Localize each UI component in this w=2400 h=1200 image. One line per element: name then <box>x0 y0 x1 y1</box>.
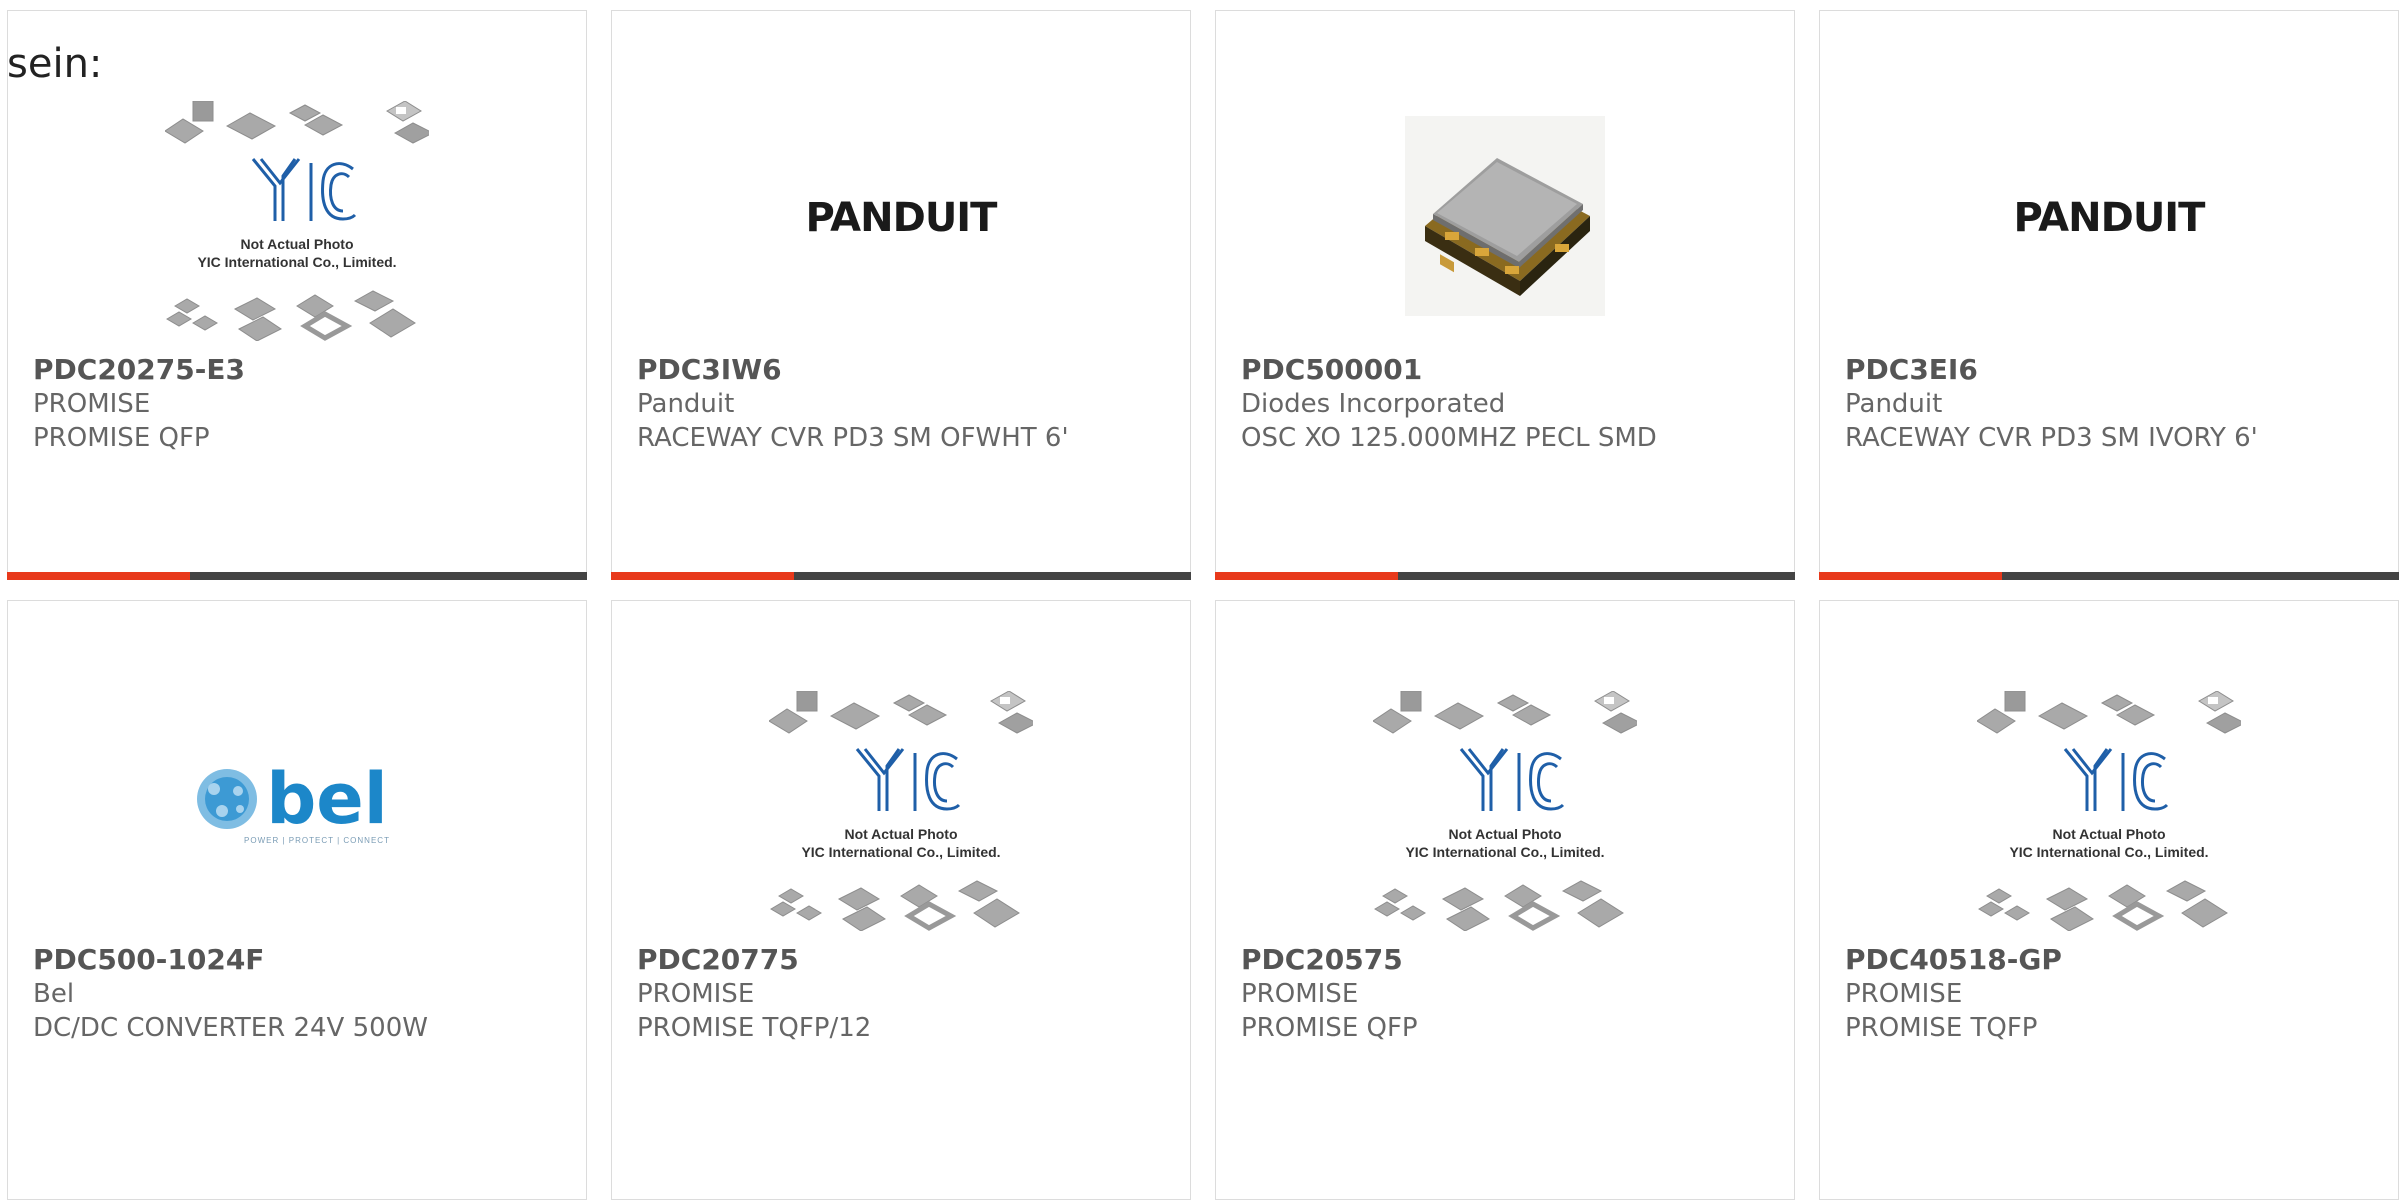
product-description: PROMISE TQFP <box>1845 1013 2038 1043</box>
product-card[interactable]: Not Actual Photo YIC International Co., … <box>611 600 1191 1200</box>
product-image[interactable]: Not Actual Photo YIC International Co., … <box>612 691 1190 931</box>
part-number-link[interactable]: PDC20775 <box>637 943 799 977</box>
yic-placeholder-image: Not Actual Photo YIC International Co., … <box>165 101 429 341</box>
product-description: DC/DC CONVERTER 24V 500W <box>33 1013 428 1043</box>
dark-segment <box>794 572 1191 580</box>
manufacturer-name: Panduit <box>637 389 735 419</box>
manufacturer-name: Diodes Incorporated <box>1241 389 1506 419</box>
card-accent-bar <box>1215 572 1795 580</box>
svg-text:PANDUIT: PANDUIT <box>806 195 999 241</box>
yic-logo-icon <box>1459 748 1565 811</box>
accent-segment <box>1215 572 1398 580</box>
product-image[interactable]: PANDUIT <box>612 96 1190 336</box>
yic-placeholder-image: Not Actual Photo YIC International Co., … <box>1373 691 1637 931</box>
yic-logo-icon <box>2063 748 2169 811</box>
product-description: PROMISE QFP <box>33 423 210 453</box>
card-accent-bar <box>611 572 1191 580</box>
manufacturer-name: PROMISE <box>33 389 151 419</box>
product-image[interactable]: Not Actual Photo YIC International Co., … <box>1820 691 2398 931</box>
product-description: PROMISE QFP <box>1241 1013 1418 1043</box>
product-card[interactable]: Not Actual Photo YIC International Co., … <box>7 10 587 580</box>
placeholder-caption: Not Actual Photo <box>844 826 957 842</box>
manufacturer-name: Bel <box>33 979 75 1009</box>
yic-logo-icon <box>251 158 357 221</box>
product-card[interactable]: Not Actual Photo YIC International Co., … <box>1819 600 2399 1200</box>
oscillator-photo <box>1405 116 1605 316</box>
product-card[interactable]: Not Actual Photo YIC International Co., … <box>1215 600 1795 1200</box>
section-heading: sein: <box>7 41 103 87</box>
product-description: PROMISE TQFP/12 <box>637 1013 872 1043</box>
placeholder-company: YIC International Co., Limited. <box>2009 844 2208 860</box>
manufacturer-name: PROMISE <box>1241 979 1359 1009</box>
dark-segment <box>1398 572 1795 580</box>
placeholder-company: YIC International Co., Limited. <box>801 844 1000 860</box>
part-number-link[interactable]: PDC40518-GP <box>1845 943 2062 977</box>
bel-logo-icon: bel POWER | PROTECT | CONNECT <box>197 761 390 845</box>
dark-segment <box>190 572 587 580</box>
manufacturer-name: Panduit <box>1845 389 1943 419</box>
part-number-link[interactable]: PDC20575 <box>1241 943 1403 977</box>
product-card[interactable]: PANDUIT PDC3EI6 Panduit RACEWAY CVR PD3 SM… <box>1819 10 2399 580</box>
product-card[interactable]: PANDUIT PDC3IW6 Panduit RACEWAY CVR PD3 SM… <box>611 10 1191 580</box>
svg-text:POWER | PROTECT | CONNECT: POWER | PROTECT | CONNECT <box>244 836 390 845</box>
accent-segment <box>611 572 794 580</box>
placeholder-caption: Not Actual Photo <box>1448 826 1561 842</box>
dark-segment <box>2002 572 2399 580</box>
product-description: RACEWAY CVR PD3 SM OFWHT 6' <box>637 423 1069 453</box>
manufacturer-name: PROMISE <box>637 979 755 1009</box>
product-image[interactable]: Not Actual Photo YIC International Co., … <box>8 101 586 341</box>
card-accent-bar <box>7 572 587 580</box>
part-number-link[interactable]: PDC500-1024F <box>33 943 264 977</box>
yic-placeholder-image: Not Actual Photo YIC International Co., … <box>1977 691 2241 931</box>
product-description: RACEWAY CVR PD3 SM IVORY 6' <box>1845 423 2258 453</box>
svg-text:PANDUIT: PANDUIT <box>2014 195 2207 241</box>
product-card[interactable]: PDC500001 Diodes Incorporated OSC XO 125.0… <box>1215 10 1795 580</box>
part-number-link[interactable]: PDC500001 <box>1241 353 1422 387</box>
yic-logo-icon <box>855 748 961 811</box>
manufacturer-name: PROMISE <box>1845 979 1963 1009</box>
panduit-logo-icon: PANDUIT <box>806 195 1000 241</box>
panduit-logo-icon: PANDUIT <box>2014 195 2208 241</box>
product-image[interactable] <box>1216 96 1794 336</box>
product-card[interactable]: bel POWER | PROTECT | CONNECT PDC500-102… <box>7 600 587 1200</box>
product-image[interactable]: Not Actual Photo YIC International Co., … <box>1216 691 1794 931</box>
card-accent-bar <box>1819 572 2399 580</box>
accent-segment <box>1819 572 2002 580</box>
product-image[interactable]: bel POWER | PROTECT | CONNECT <box>8 686 586 926</box>
product-description: OSC XO 125.000MHZ PECL SMD <box>1241 423 1657 453</box>
placeholder-company: YIC International Co., Limited. <box>1405 844 1604 860</box>
part-number-link[interactable]: PDC3IW6 <box>637 353 782 387</box>
yic-placeholder-image: Not Actual Photo YIC International Co., … <box>769 691 1033 931</box>
part-number-link[interactable]: PDC3EI6 <box>1845 353 1978 387</box>
accent-segment <box>7 572 190 580</box>
product-image[interactable]: PANDUIT <box>1820 96 2398 336</box>
part-number-link[interactable]: PDC20275-E3 <box>33 353 245 387</box>
placeholder-company: YIC International Co., Limited. <box>197 254 396 270</box>
placeholder-caption: Not Actual Photo <box>2052 826 2165 842</box>
svg-text:bel: bel <box>266 761 388 840</box>
placeholder-caption: Not Actual Photo <box>240 236 353 252</box>
